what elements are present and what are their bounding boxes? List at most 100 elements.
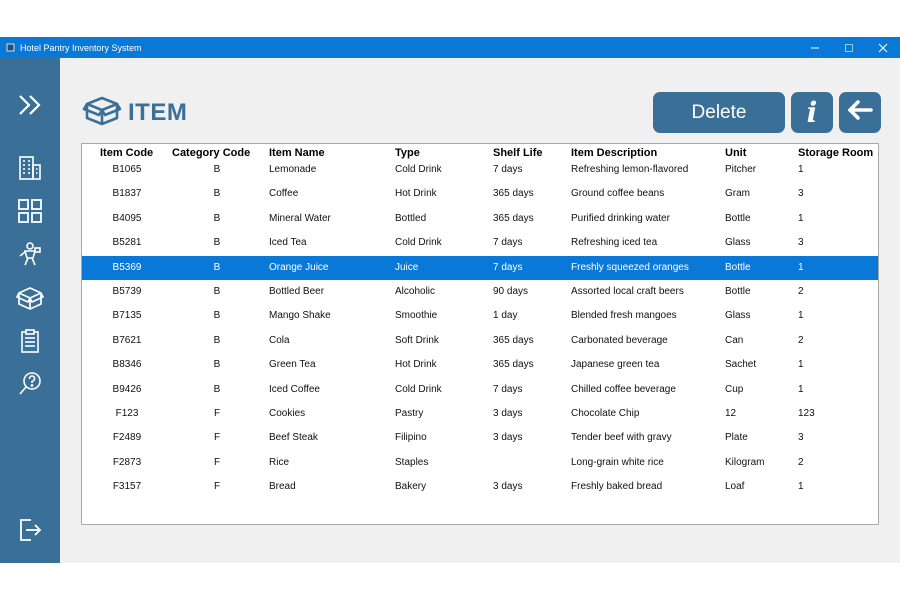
table-row[interactable]: B1837 B Coffee Hot Drink 365 days Ground coff…	[82, 182, 878, 206]
table-cell: B4095	[112, 212, 142, 224]
delete-button[interactable]: Delete	[653, 92, 785, 133]
table-cell: Sachet	[725, 359, 757, 371]
table-row[interactable]: B5369 B Orange Juice Juice 7 days Freshly squ…	[82, 255, 878, 280]
table-cell: 365 days	[493, 188, 534, 200]
page-header: ITEM	[82, 95, 187, 131]
hotel-building-icon[interactable]	[16, 154, 44, 182]
table-cell: 1	[798, 212, 804, 224]
table-cell: 365 days	[493, 212, 534, 224]
info-button[interactable]: i	[791, 92, 833, 133]
table-cell: Soft Drink	[395, 334, 439, 346]
table-cell: 3 days	[493, 481, 523, 493]
table-cell: 123	[798, 408, 815, 419]
table-cell: B	[213, 310, 221, 322]
table-cell: 90 days	[493, 286, 529, 297]
table-cell: Long-grain white rice	[571, 456, 664, 468]
table-cell: 1	[798, 310, 804, 322]
table-row[interactable]: B4095 B Mineral Water Bottled 365 days Purifi…	[82, 207, 878, 231]
table-cell: B9426	[112, 383, 142, 395]
table-cell: F123	[115, 408, 139, 419]
table-cell: Beef Steak	[269, 432, 318, 444]
table-cell: B7135	[112, 310, 142, 322]
table-row[interactable]: F2489 F Beef Steak Filipino 3 days Tender bee…	[82, 426, 878, 450]
table-row[interactable]: B5739 B Bottled Beer Alcoholic 90 days Assort…	[82, 280, 878, 304]
table-row[interactable]: B7135 B Mango Shake Smoothie 1 day Blended fr…	[82, 304, 878, 328]
table-cell: Bottled Beer	[269, 286, 325, 297]
table-cell: Japanese green tea	[571, 359, 660, 371]
table-cell: Bottle	[725, 286, 751, 297]
table-cell: 1	[798, 164, 804, 175]
table-cell: Freshly baked bread	[571, 481, 663, 493]
table-row[interactable]: B1065 B Lemonade Cold Drink 7 days Refreshing…	[82, 158, 878, 182]
table-cell: Carbonated beverage	[571, 334, 668, 346]
table-cell: Purified drinking water	[571, 212, 670, 224]
table-cell: B1065	[112, 164, 142, 175]
table-cell: Chilled coffee beverage	[571, 383, 676, 395]
table-row[interactable]: B8346 B Green Tea Hot Drink 365 days Japanese…	[82, 353, 878, 377]
table-cell: 7 days	[493, 383, 523, 395]
table-row[interactable]: F3157 F Bread Bakery 3 days Freshly baked bre…	[82, 475, 878, 499]
table-row[interactable]: F123 F Cookies Pastry 3 days Chocolate Chip 12…	[82, 402, 878, 426]
table-cell: Kilogram	[725, 456, 765, 468]
table-cell: 1	[798, 261, 804, 273]
table-cell: Glass	[725, 237, 751, 249]
table-cell: 2	[798, 286, 804, 297]
table-cell: B5739	[112, 286, 142, 297]
table-cell: Bottle	[725, 212, 751, 224]
clipboard-icon[interactable]	[16, 327, 44, 355]
table-cell: Alcoholic	[395, 286, 436, 297]
table-cell: 365 days	[493, 334, 534, 346]
table-cell: B	[213, 237, 221, 249]
close-icon[interactable]	[866, 37, 900, 58]
table-cell: Green Tea	[269, 359, 316, 371]
table-cell: 1	[798, 481, 804, 493]
table-cell: 1 day	[493, 310, 518, 322]
table-cell: 7 days	[493, 237, 523, 249]
staff-icon[interactable]	[16, 240, 44, 268]
table-cell: Can	[725, 334, 744, 346]
table-cell: Orange Juice	[269, 261, 329, 273]
sidebar	[0, 58, 60, 563]
table-cell: B1837	[112, 188, 142, 200]
table-cell: F2873	[112, 456, 142, 468]
table-cell: B5281	[112, 237, 142, 249]
table-cell: Plate	[725, 432, 748, 444]
window-title: Hotel Pantry Inventory System	[20, 42, 142, 53]
table-cell: 7 days	[493, 261, 523, 273]
main-content: ITEM Delete i Item Code Category Code Item…	[60, 58, 900, 563]
table-row[interactable]: B7621 B Cola Soft Drink 365 days Carbonated b…	[82, 329, 878, 353]
table-row[interactable]: B5281 B Iced Tea Cold Drink 7 days Refreshing…	[82, 231, 878, 255]
table-cell: Staples	[395, 456, 429, 468]
table-cell: Blended fresh mangoes	[571, 310, 677, 322]
table-cell: 1	[798, 383, 804, 395]
minimize-icon[interactable]	[798, 37, 832, 58]
table-cell: B	[213, 383, 221, 395]
table-cell: B7621	[112, 334, 142, 346]
table-cell: Hot Drink	[395, 188, 437, 200]
table-cell: 1	[798, 359, 804, 371]
table-cell: B5369	[112, 261, 142, 273]
back-button[interactable]	[839, 92, 881, 133]
table-row[interactable]: F2873 F Rice Staples Long-grain white rice Ki…	[82, 451, 878, 475]
table-cell: Rice	[269, 456, 290, 468]
table-cell: 365 days	[493, 359, 534, 371]
box-icon	[82, 94, 122, 133]
help-icon[interactable]	[16, 370, 44, 398]
box-icon[interactable]	[16, 284, 44, 312]
table-cell: Pitcher	[725, 164, 757, 175]
logout-icon[interactable]	[16, 516, 44, 544]
table-cell: 2	[798, 456, 804, 468]
window-controls	[798, 37, 900, 58]
table-cell: B8346	[112, 359, 142, 371]
items-table: Item Code Category Code Item Name Type Shelf…	[81, 143, 879, 525]
table-cell: Loaf	[725, 481, 745, 493]
table-cell: 12	[725, 408, 737, 419]
table-cell: Mineral Water	[269, 212, 331, 224]
table-cell: Bottle	[725, 261, 751, 273]
dashboard-grid-icon[interactable]	[16, 197, 44, 225]
maximize-icon[interactable]	[832, 37, 866, 58]
table-row[interactable]: B9426 B Iced Coffee Cold Drink 7 days Chilled…	[82, 378, 878, 402]
table-cell: F2489	[112, 432, 142, 444]
expand-icon[interactable]	[16, 91, 44, 119]
table-cell: Iced Coffee	[269, 383, 320, 395]
